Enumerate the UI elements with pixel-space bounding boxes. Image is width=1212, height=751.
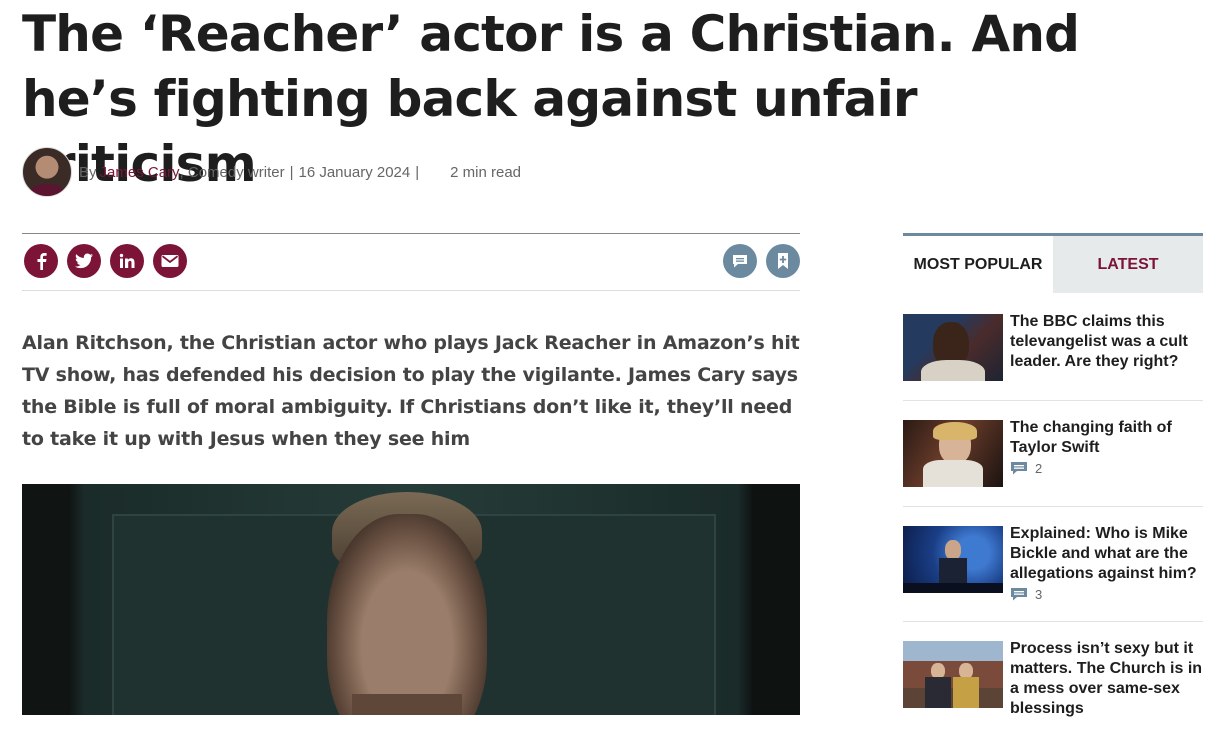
list-item[interactable]: Explained: Who is Mike Bickle and what a… — [903, 524, 1203, 622]
article-standfirst: Alan Ritchson, the Christian actor who p… — [22, 332, 800, 450]
comment-count[interactable]: 3 — [1010, 587, 1042, 602]
facebook-share-button[interactable] — [24, 244, 58, 278]
article-thumbnail[interactable] — [903, 641, 1003, 708]
byline-separator: | — [415, 163, 420, 181]
email-share-button[interactable] — [153, 244, 187, 278]
article-thumbnail[interactable] — [903, 420, 1003, 487]
comment-count-value: 2 — [1035, 461, 1043, 476]
byline-by: By — [79, 163, 97, 181]
tab-latest[interactable]: LATEST — [1053, 236, 1203, 293]
twitter-share-button[interactable] — [67, 244, 101, 278]
tab-most-popular[interactable]: MOST POPULAR — [903, 236, 1053, 293]
byline-separator: | — [289, 163, 294, 181]
item-title[interactable]: The BBC claims this televangelist was a … — [1010, 312, 1203, 372]
publish-date: 16 January 2024 — [298, 163, 411, 181]
list-item[interactable]: Process isn’t sexy but it matters. The C… — [903, 639, 1203, 751]
item-title[interactable]: The changing faith of Taylor Swift — [1010, 418, 1203, 458]
item-title[interactable]: Explained: Who is Mike Bickle and what a… — [1010, 524, 1203, 584]
comment-icon — [1011, 462, 1027, 475]
author-link[interactable]: James Cary — [100, 164, 180, 181]
article-thumbnail[interactable] — [903, 314, 1003, 381]
item-title[interactable]: Process isn’t sexy but it matters. The C… — [1010, 639, 1203, 719]
list-item[interactable]: The BBC claims this televangelist was a … — [903, 312, 1203, 401]
comments-button[interactable] — [723, 244, 757, 278]
save-article-button[interactable] — [766, 244, 800, 278]
comment-icon — [1011, 588, 1027, 601]
list-item[interactable]: The changing faith of Taylor Swift 2 — [903, 418, 1203, 507]
sidebar-tabs: MOST POPULAR LATEST — [903, 233, 1203, 293]
email-icon — [161, 255, 179, 267]
linkedin-icon — [119, 253, 135, 268]
read-time: 2 min read — [450, 163, 522, 181]
comment-icon — [733, 254, 747, 267]
sidebar: MOST POPULAR LATEST The BBC claims this … — [903, 233, 1203, 717]
article-tools — [714, 244, 800, 278]
comment-count[interactable]: 2 — [1010, 461, 1042, 476]
author-avatar[interactable] — [22, 147, 72, 197]
social-share-buttons — [24, 244, 196, 278]
byline-meta: By James Cary, Comedy writer | 16 Januar… — [79, 164, 521, 181]
facebook-icon — [37, 253, 47, 270]
byline: By James Cary, Comedy writer | 16 Januar… — [22, 147, 521, 197]
hero-image — [22, 484, 800, 715]
author-role: , Comedy writer — [179, 163, 285, 181]
article-thumbnail[interactable] — [903, 526, 1003, 593]
share-bar — [22, 233, 800, 291]
comment-count-value: 3 — [1035, 587, 1043, 602]
linkedin-share-button[interactable] — [110, 244, 144, 278]
bookmark-icon — [778, 253, 788, 269]
twitter-icon — [75, 253, 93, 269]
